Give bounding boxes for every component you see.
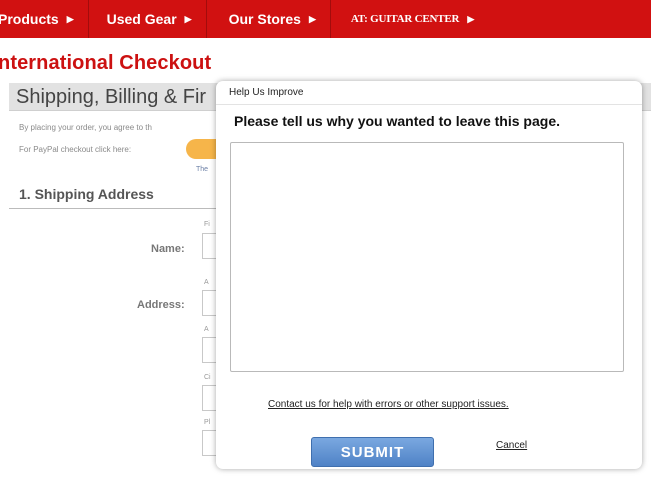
- dialog-header: Help Us Improve: [216, 81, 642, 105]
- nav-item-products[interactable]: Products ▶: [0, 0, 89, 38]
- triangle-right-icon: ▶: [308, 13, 316, 24]
- divider: [9, 208, 219, 209]
- dialog-title: Help Us Improve: [229, 87, 304, 98]
- nav-item-label: Our Stores: [228, 11, 301, 27]
- triangle-right-icon: ▶: [184, 13, 192, 24]
- shipping-address-heading: 1. Shipping Address: [19, 186, 154, 202]
- triangle-right-icon: ▶: [66, 13, 74, 24]
- paypal-subtext: The: [196, 166, 209, 173]
- nav-item-label: Products: [0, 11, 59, 27]
- dialog-question: Please tell us why you wanted to leave t…: [234, 113, 560, 129]
- section-title: Shipping, Billing & Fir: [16, 86, 207, 108]
- contact-support-link[interactable]: Contact us for help with errors or other…: [268, 399, 509, 410]
- nav-item-label: Used Gear: [106, 11, 177, 27]
- nav-item-at-guitar-center[interactable]: AT: GUITAR CENTER ▶: [331, 0, 488, 38]
- terms-text: By placing your order, you agree to th: [19, 123, 152, 132]
- nav-item-our-stores[interactable]: Our Stores ▶: [207, 0, 331, 38]
- field-label: A: [204, 326, 209, 333]
- field-label: Pl: [204, 419, 211, 426]
- cancel-link[interactable]: Cancel: [496, 440, 527, 451]
- field-label: A: [204, 279, 209, 286]
- submit-button[interactable]: SUBMIT: [311, 437, 434, 467]
- paypal-text: For PayPal checkout click here:: [19, 145, 132, 154]
- field-label: Fi: [204, 221, 210, 228]
- address-label: Address:: [137, 299, 185, 311]
- nav-item-label: AT: GUITAR CENTER: [350, 13, 460, 25]
- top-navigation-bar: Products ▶ Used Gear ▶ Our Stores ▶ AT: …: [0, 0, 651, 38]
- help-us-improve-dialog: Help Us Improve Please tell us why you w…: [216, 81, 642, 469]
- page-title: nternational Checkout: [0, 52, 212, 74]
- feedback-textarea[interactable]: [230, 142, 624, 372]
- triangle-right-icon: ▶: [467, 13, 475, 24]
- nav-item-used-gear[interactable]: Used Gear ▶: [89, 0, 207, 38]
- field-label: Ci: [204, 374, 211, 381]
- name-label: Name:: [151, 243, 185, 255]
